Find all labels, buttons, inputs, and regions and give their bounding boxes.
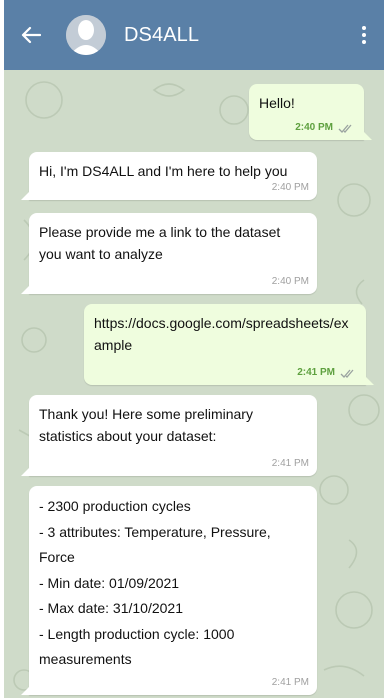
message-time: 2:41 PM [297, 367, 335, 378]
double-check-icon [340, 369, 354, 378]
message-text: Thank you! Here some preliminary statist… [39, 406, 257, 444]
avatar[interactable] [66, 15, 106, 55]
message-text: Hello! [259, 95, 295, 111]
message-text: Please provide me a link to the dataset … [39, 224, 285, 262]
double-check-icon [338, 124, 352, 133]
chat-title[interactable]: DS4ALL [124, 24, 199, 46]
user-silhouette-icon [66, 15, 106, 55]
message-time: 2:40 PM [295, 122, 333, 133]
more-vertical-icon [362, 26, 366, 30]
message-time: 2:40 PM [271, 182, 309, 193]
message-outgoing[interactable]: https://docs.google.com/spreadsheets/exa… [84, 304, 374, 385]
back-button[interactable] [18, 23, 44, 47]
chat-header: DS4ALL [4, 0, 384, 70]
message-link[interactable]: https://docs.google.com/spreadsheets/exa… [94, 312, 356, 356]
message-time: 2:41 PM [271, 677, 309, 688]
message-time: 2:41 PM [271, 458, 309, 469]
message-incoming[interactable]: Hi, I'm DS4ALL and I'm here to help you … [21, 152, 317, 200]
message-text: - 2300 production cycles - 3 attributes:… [39, 498, 271, 667]
more-menu-button[interactable] [354, 23, 374, 47]
message-text: Hi, I'm DS4ALL and I'm here to help you [39, 163, 288, 179]
message-incoming[interactable]: Please provide me a link to the dataset … [21, 213, 317, 294]
chat-screen: DS4ALL Hello! 2:40 PM Hi, I'm DS4ALL and… [4, 0, 384, 698]
message-incoming[interactable]: - 2300 production cycles - 3 attributes:… [21, 486, 317, 695]
message-time: 2:40 PM [271, 276, 309, 287]
message-outgoing[interactable]: Hello! 2:40 PM [249, 84, 372, 140]
message-incoming[interactable]: Thank you! Here some preliminary statist… [21, 395, 317, 476]
arrow-left-icon [21, 26, 41, 44]
